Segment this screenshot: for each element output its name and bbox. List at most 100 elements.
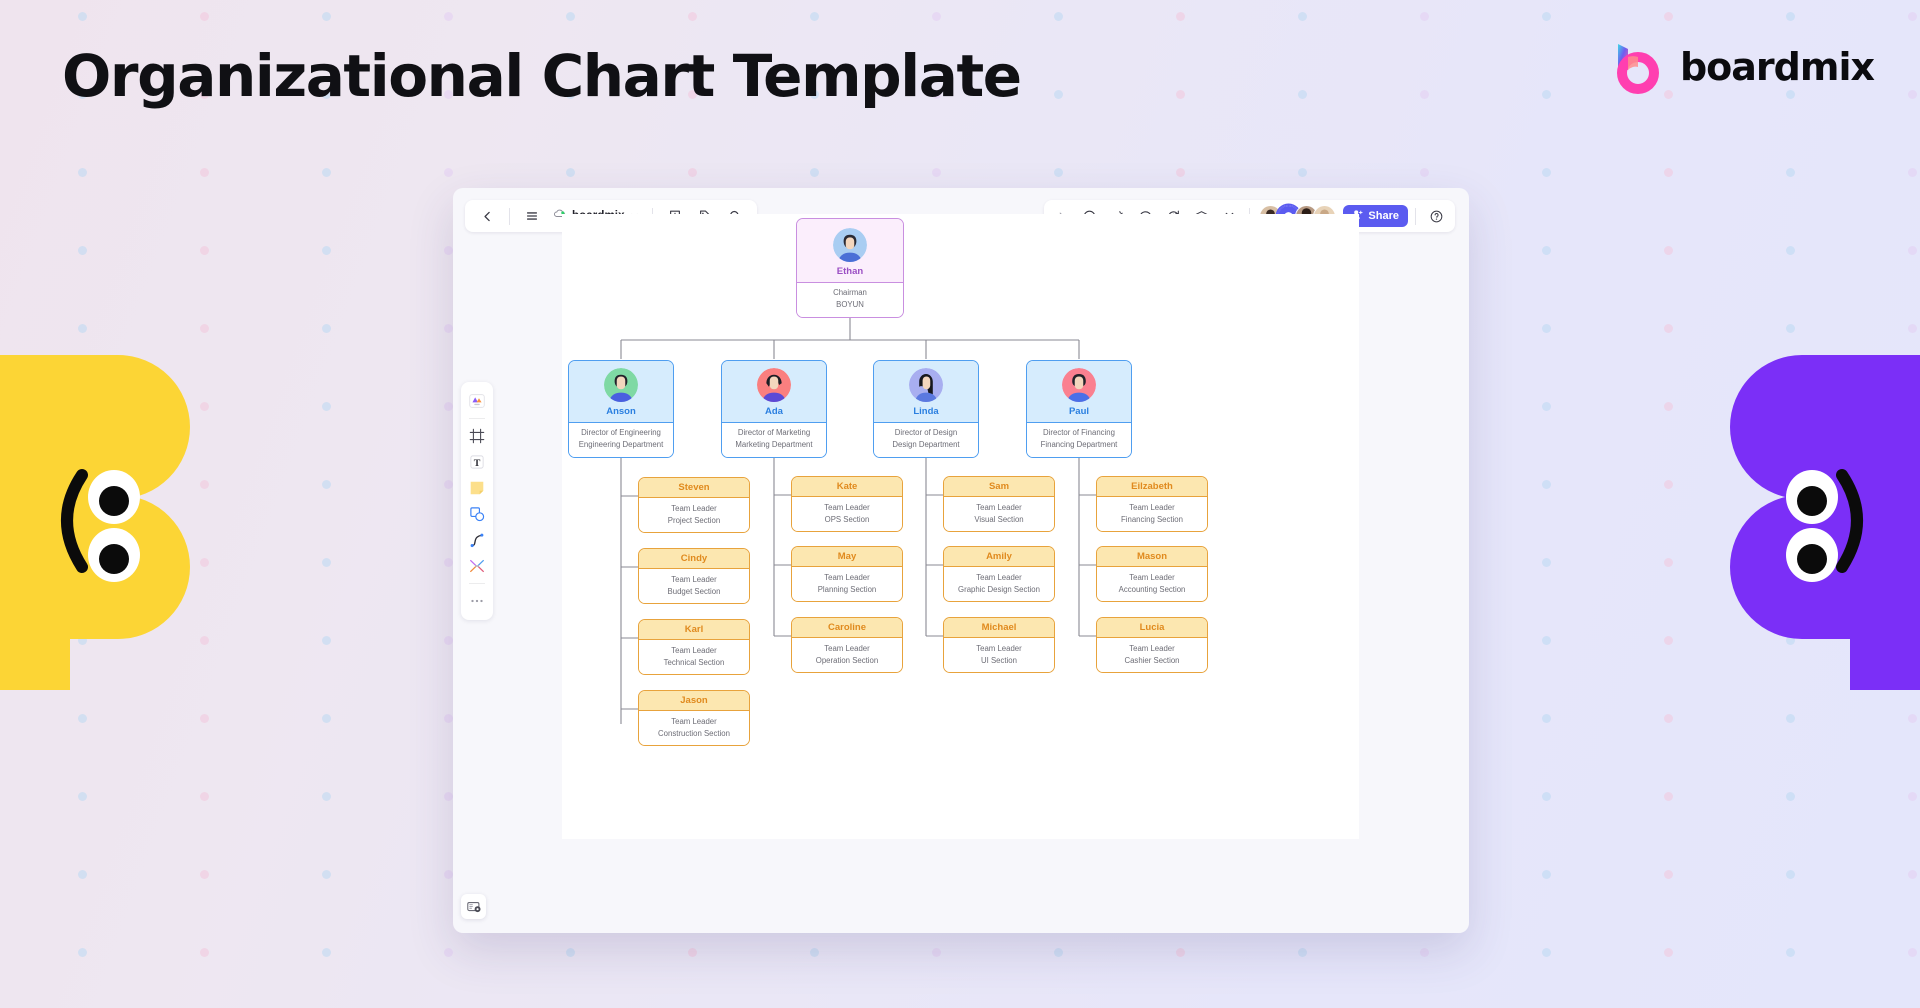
org-node-body: Team Leader Budget Section — [639, 569, 749, 603]
org-node-title: Team Leader — [1129, 644, 1175, 653]
org-node-body: Director of Marketing Marketing Departme… — [722, 423, 826, 457]
org-node-header: Lucia — [1097, 618, 1207, 638]
org-node-body: Team Leader Planning Section — [792, 567, 902, 601]
share-label: Share — [1368, 210, 1399, 222]
decorative-mascot-left — [0, 355, 208, 690]
org-node-leader[interactable]: Kate Team Leader OPS Section — [791, 476, 903, 532]
org-node-name: Sam — [988, 481, 1010, 492]
org-node-director-2[interactable]: Ada Director of Marketing Marketing Depa… — [721, 360, 827, 458]
help-question-icon[interactable] — [1423, 203, 1449, 229]
org-node-body: Team Leader Project Section — [639, 498, 749, 532]
org-node-header: Sam — [944, 477, 1054, 497]
hamburger-menu-icon[interactable] — [519, 203, 545, 229]
org-node-name: Cindy — [680, 553, 708, 564]
org-node-name: Caroline — [827, 622, 866, 633]
org-node-leader[interactable]: Lucia Team Leader Cashier Section — [1096, 617, 1208, 673]
org-node-name: Michael — [981, 622, 1017, 633]
avatar — [757, 368, 791, 402]
org-node-director-1[interactable]: Anson Director of Engineering Engineerin… — [568, 360, 674, 458]
page-title: Organizational Chart Template — [62, 42, 1022, 110]
org-node-leader[interactable]: Amily Team Leader Graphic Design Section — [943, 546, 1055, 602]
org-node-name: Karl — [684, 624, 704, 635]
org-node-unit: Operation Section — [815, 656, 879, 666]
frame-icon[interactable] — [465, 424, 489, 448]
sticky-note-icon[interactable] — [465, 476, 489, 500]
org-node-body: Team Leader Construction Section — [639, 711, 749, 745]
org-node-body: Director of Engineering Engineering Depa… — [569, 423, 673, 457]
org-node-body: Team Leader Operation Section — [792, 638, 902, 672]
back-icon[interactable] — [474, 203, 500, 229]
minimap-button[interactable] — [461, 894, 486, 919]
org-node-header: Mason — [1097, 547, 1207, 567]
org-node-leader[interactable]: Jason Team Leader Construction Section — [638, 690, 750, 746]
avatar — [833, 228, 867, 262]
org-node-root[interactable]: Ethan Chairman BOYUN — [796, 218, 904, 318]
avatar — [604, 368, 638, 402]
org-node-title: Team Leader — [976, 503, 1022, 512]
org-node-leader[interactable]: Steven Team Leader Project Section — [638, 477, 750, 533]
org-node-title: Team Leader — [671, 646, 717, 655]
ellipsis-icon[interactable] — [465, 589, 489, 613]
org-node-leader[interactable]: Eilzabeth Team Leader Financing Section — [1096, 476, 1208, 532]
toolbar-divider — [509, 207, 510, 225]
org-node-name: Paul — [1068, 406, 1090, 417]
org-node-name: Mason — [1136, 551, 1168, 562]
org-node-header: Paul — [1027, 361, 1131, 423]
org-node-title: Team Leader — [824, 573, 870, 582]
org-node-name: May — [837, 551, 857, 562]
org-node-leader[interactable]: Mason Team Leader Accounting Section — [1096, 546, 1208, 602]
org-node-title: Director of Design — [894, 428, 958, 437]
connector-icon[interactable] — [465, 554, 489, 578]
org-node-unit: Visual Section — [974, 515, 1024, 525]
org-node-unit: UI Section — [981, 656, 1017, 666]
org-node-director-3[interactable]: Linda Director of Design Design Departme… — [873, 360, 979, 458]
org-node-leader[interactable]: Karl Team Leader Technical Section — [638, 619, 750, 675]
org-node-unit: Budget Section — [667, 587, 721, 597]
org-node-body: Team Leader Cashier Section — [1097, 638, 1207, 672]
org-node-name: Anson — [606, 406, 636, 417]
org-node-body: Team Leader UI Section — [944, 638, 1054, 672]
org-node-title: Team Leader — [976, 644, 1022, 653]
org-node-leader[interactable]: Sam Team Leader Visual Section — [943, 476, 1055, 532]
org-node-title: Chairman — [833, 288, 867, 297]
whiteboard-canvas[interactable]: Ethan Chairman BOYUN Anson Director of E… — [562, 214, 1359, 839]
org-node-unit: Planning Section — [817, 585, 877, 595]
org-node-name: Kate — [836, 481, 858, 492]
tool-divider-2 — [469, 583, 485, 584]
org-node-unit: Project Section — [667, 516, 721, 526]
text-T-icon[interactable]: T — [465, 450, 489, 474]
org-node-leader[interactable]: Caroline Team Leader Operation Section — [791, 617, 903, 673]
org-node-title: Team Leader — [824, 503, 870, 512]
org-node-unit: Accounting Section — [1118, 585, 1186, 595]
org-node-title: Team Leader — [1129, 573, 1175, 582]
org-node-leader[interactable]: May Team Leader Planning Section — [791, 546, 903, 602]
org-node-unit: BOYUN — [836, 300, 864, 310]
org-node-title: Team Leader — [1129, 503, 1175, 512]
curve-pen-icon[interactable] — [465, 528, 489, 552]
org-node-unit: Cashier Section — [1124, 656, 1180, 666]
svg-text:T: T — [474, 458, 481, 469]
org-node-title: Team Leader — [671, 504, 717, 513]
org-node-name: Lucia — [1139, 622, 1165, 633]
org-node-name: Ada — [765, 406, 783, 417]
shapes-icon[interactable] — [465, 502, 489, 526]
brand-logo: boardmix — [1610, 40, 1875, 94]
org-node-leader[interactable]: Cindy Team Leader Budget Section — [638, 548, 750, 604]
left-tool-rail: T — [461, 382, 493, 620]
org-node-body: Team Leader Graphic Design Section — [944, 567, 1054, 601]
org-node-title: Director of Marketing — [737, 428, 811, 437]
org-node-body: Chairman BOYUN — [797, 283, 903, 317]
org-node-title: Team Leader — [976, 573, 1022, 582]
avatar — [1062, 368, 1096, 402]
org-node-header: Amily — [944, 547, 1054, 567]
org-node-header: Karl — [639, 620, 749, 640]
org-node-director-4[interactable]: Paul Director of Financing Financing Dep… — [1026, 360, 1132, 458]
org-node-leader[interactable]: Michael Team Leader UI Section — [943, 617, 1055, 673]
org-node-title: Director of Financing — [1043, 428, 1115, 437]
org-node-name: Linda — [913, 406, 939, 417]
org-node-name: Amily — [986, 551, 1012, 562]
org-node-body: Team Leader OPS Section — [792, 497, 902, 531]
org-node-unit: Design Department — [892, 440, 960, 450]
color-cards-icon[interactable] — [465, 389, 489, 413]
org-node-unit: Marketing Department — [735, 440, 813, 450]
